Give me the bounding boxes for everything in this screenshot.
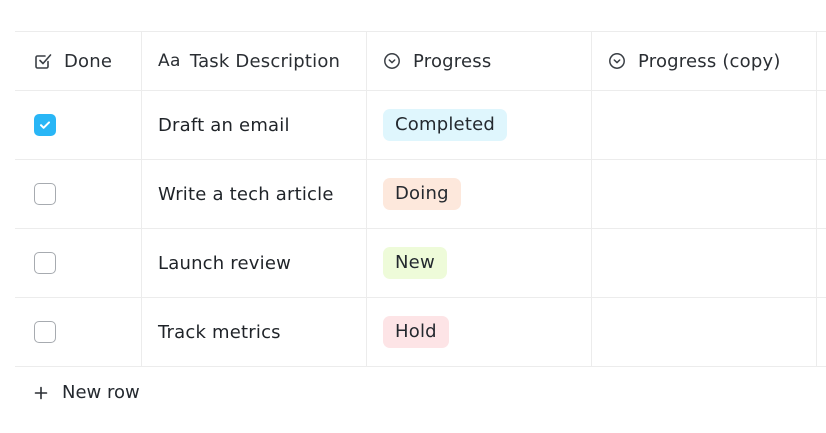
checkbox-header-icon	[34, 52, 52, 70]
column-header-done[interactable]: Done	[15, 32, 142, 90]
table-row: Launch review New	[15, 229, 826, 298]
done-cell[interactable]	[15, 229, 142, 297]
progress-tag: New	[383, 247, 447, 279]
task-cell[interactable]: Track metrics	[142, 298, 367, 366]
progress-cell[interactable]: Doing	[367, 160, 592, 228]
table-row: Write a tech article Doing	[15, 160, 826, 229]
task-text: Write a tech article	[158, 183, 334, 205]
done-checkbox[interactable]	[34, 252, 56, 274]
progress-cell[interactable]: New	[367, 229, 592, 297]
data-table: Done Aa Task Description Progress Progre…	[15, 31, 826, 367]
progress-tag: Completed	[383, 109, 507, 141]
overflow-cell	[817, 91, 826, 159]
progress-tag: Hold	[383, 316, 449, 348]
table-row: Track metrics Hold	[15, 298, 826, 367]
done-cell[interactable]	[15, 298, 142, 366]
select-chevron-icon	[608, 52, 626, 70]
column-header-task-label: Task Description	[189, 50, 341, 72]
text-type-icon: Aa	[158, 51, 181, 71]
table-row: Draft an email Completed	[15, 91, 826, 160]
new-row-label: New row	[62, 382, 140, 403]
select-chevron-icon	[383, 52, 401, 70]
column-header-overflow	[817, 32, 826, 90]
column-header-progress[interactable]: Progress	[367, 32, 592, 90]
task-text: Draft an email	[158, 114, 290, 136]
progress-copy-cell[interactable]	[592, 91, 817, 159]
task-cell[interactable]: Launch review	[142, 229, 367, 297]
done-cell[interactable]	[15, 91, 142, 159]
progress-copy-cell[interactable]	[592, 298, 817, 366]
checkmark-icon	[40, 121, 50, 129]
progress-cell[interactable]: Hold	[367, 298, 592, 366]
column-header-done-label: Done	[64, 50, 113, 72]
overflow-cell	[817, 229, 826, 297]
progress-copy-cell[interactable]	[592, 229, 817, 297]
plus-icon	[34, 386, 48, 400]
progress-tag: Doing	[383, 178, 461, 210]
task-cell[interactable]: Write a tech article	[142, 160, 367, 228]
new-row-button[interactable]: New row	[34, 382, 140, 403]
column-header-progress-copy[interactable]: Progress (copy)	[592, 32, 817, 90]
done-checkbox[interactable]	[34, 183, 56, 205]
task-cell[interactable]: Draft an email	[142, 91, 367, 159]
progress-copy-cell[interactable]	[592, 160, 817, 228]
done-cell[interactable]	[15, 160, 142, 228]
table-header-row: Done Aa Task Description Progress Progre…	[15, 32, 826, 91]
column-header-task[interactable]: Aa Task Description	[142, 32, 367, 90]
column-header-progress-label: Progress	[413, 50, 492, 72]
task-text: Launch review	[158, 252, 292, 274]
done-checkbox[interactable]	[34, 321, 56, 343]
column-header-progress-copy-label: Progress (copy)	[638, 50, 781, 72]
task-text: Track metrics	[158, 321, 281, 343]
done-checkbox[interactable]	[34, 114, 56, 136]
overflow-cell	[817, 160, 826, 228]
overflow-cell	[817, 298, 826, 366]
progress-cell[interactable]: Completed	[367, 91, 592, 159]
